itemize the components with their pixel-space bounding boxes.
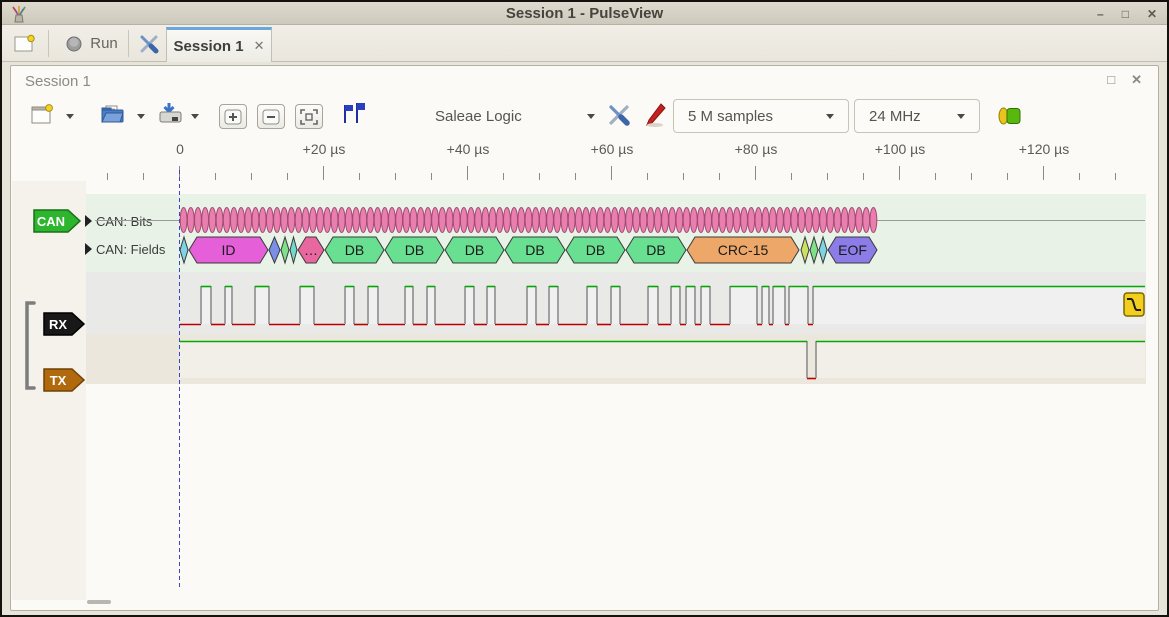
save-dropdown[interactable] [191, 114, 199, 119]
tools-icon [605, 102, 633, 128]
sample-rate-value: 24 MHz [869, 108, 921, 125]
rx-trace-background[interactable] [86, 272, 1146, 334]
channels-button[interactable] [641, 102, 667, 128]
zoom-fit-button[interactable] [295, 104, 323, 129]
sample-rate-select[interactable]: 24 MHz [854, 99, 980, 133]
ruler-tick-label: +20 µs [279, 141, 369, 157]
open-folder-icon [99, 100, 127, 128]
ruler-tick-label: +60 µs [567, 141, 657, 157]
subwindow-title: Session 1 [25, 73, 91, 90]
chevron-down-icon [587, 114, 595, 119]
session-subwindow: Session 1 □ ✕ [10, 65, 1159, 611]
run-button-label: Run [90, 35, 118, 52]
sample-count-select[interactable]: 5 M samples [673, 99, 849, 133]
open-dropdown[interactable] [137, 114, 145, 119]
toolbar-separator [48, 30, 49, 57]
zoom-in-icon [224, 109, 242, 125]
minimize-button[interactable]: – [1097, 8, 1104, 20]
pulseview-window: Session 1 - PulseView – □ ✕ Run [0, 0, 1169, 617]
open-button[interactable] [99, 100, 127, 128]
zoom-out-button[interactable] [257, 104, 285, 129]
decoder-icon [997, 106, 1023, 126]
ruler-tick-label: +80 µs [711, 141, 801, 157]
subwindow-close-button[interactable]: ✕ [1131, 72, 1142, 88]
label-gutter [12, 181, 86, 600]
ruler-tick-label: +100 µs [855, 141, 945, 157]
tx-trace-background[interactable] [86, 334, 1146, 384]
new-file-button[interactable] [29, 102, 55, 128]
tab-label: Session 1 [174, 38, 244, 55]
settings-button[interactable] [132, 29, 166, 58]
device-select-value: Saleae Logic [435, 108, 522, 125]
close-button[interactable]: ✕ [1147, 8, 1157, 20]
new-session-button[interactable] [6, 29, 42, 58]
maximize-button[interactable]: □ [1122, 8, 1129, 20]
ruler-tick-label: +40 µs [423, 141, 513, 157]
main-toolbar: Run Session 1 ✕ [2, 25, 1167, 62]
tools-icon [136, 32, 162, 56]
can-decode-row-background[interactable] [86, 194, 1146, 272]
window-title: Session 1 - PulseView [2, 5, 1167, 22]
title-bar[interactable]: Session 1 - PulseView – □ ✕ [2, 2, 1167, 25]
horizontal-scrollbar-handle[interactable] [87, 600, 111, 604]
new-file-dropdown[interactable] [66, 114, 74, 119]
can-fields-row-label[interactable]: CAN: Fields [96, 242, 165, 258]
add-decoder-button[interactable] [997, 106, 1023, 126]
new-session-icon [12, 33, 36, 55]
zoom-fit-icon [300, 109, 318, 125]
device-config-button[interactable] [605, 102, 633, 128]
zoom-in-button[interactable] [219, 104, 247, 129]
ruler-tick-label: +120 µs [999, 141, 1089, 157]
zoom-out-icon [262, 109, 280, 125]
new-file-icon [29, 102, 55, 128]
trigger-markers-button[interactable] [341, 102, 367, 124]
chevron-down-icon [826, 114, 834, 119]
sample-count-value: 5 M samples [688, 108, 773, 125]
run-state-icon [66, 36, 82, 52]
chevron-down-icon [957, 114, 965, 119]
save-icon [157, 100, 185, 128]
can-bits-row-label[interactable]: CAN: Bits [96, 214, 152, 230]
ruler-tick-label: 0 [135, 141, 225, 157]
device-select[interactable]: Saleae Logic [435, 99, 595, 133]
save-button[interactable] [157, 100, 185, 128]
toolbar-separator [128, 30, 129, 57]
probe-icon [641, 102, 667, 128]
trigger-flags-icon [341, 102, 367, 124]
subwindow-restore-button[interactable]: □ [1107, 72, 1115, 88]
run-button[interactable]: Run [58, 29, 126, 58]
tab-session-1[interactable]: Session 1 ✕ [166, 27, 272, 62]
tab-close-icon[interactable]: ✕ [254, 38, 265, 54]
